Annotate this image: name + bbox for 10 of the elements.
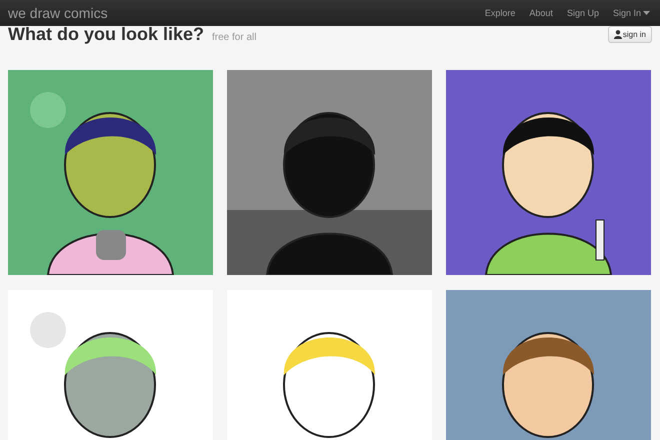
nav-link[interactable]: About (529, 8, 553, 18)
page-title: What do you look like? (8, 23, 204, 45)
caret-icon (643, 11, 650, 15)
user-icon (614, 30, 622, 39)
brand-logo[interactable]: we draw comics (8, 5, 108, 21)
sign-in-dropdown[interactable]: Sign In (612, 8, 650, 18)
sign-in-button[interactable]: sign in (608, 26, 652, 43)
nav-link[interactable]: Explore (484, 8, 516, 18)
nav-link[interactable]: Sign Up (566, 8, 599, 18)
page-subtitle: free for all (212, 32, 256, 43)
